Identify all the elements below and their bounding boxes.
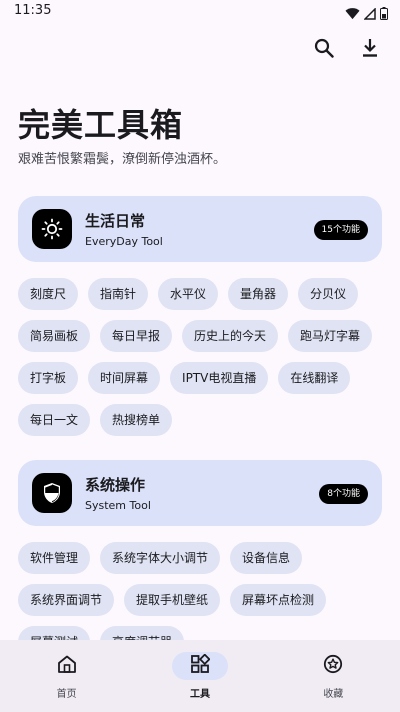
tool-chip-decibel-meter[interactable]: 分贝仪 [298,278,359,310]
apps-icon [190,653,211,678]
nav-item-tools[interactable]: 工具 [133,640,266,712]
status-bar: 11:35 [0,0,400,26]
tool-chip-screen-test[interactable]: 屏幕测试 [18,626,91,640]
tool-chip-group-system: 软件管理 系统字体大小调节 设备信息 系统界面调节 提取手机壁纸 屏幕坏点检测 … [18,542,382,640]
tool-chip-brightness[interactable]: 亮度调节器 [100,626,185,640]
category-count-badge: 15个功能 [313,220,368,240]
cellular-signal-icon [363,5,376,24]
nav-pill [39,652,95,680]
tool-chip-app-manager[interactable]: 软件管理 [18,542,91,574]
nav-pill-active [171,652,228,680]
tool-chip-wallpaper-extract[interactable]: 提取手机壁纸 [124,584,221,616]
battery-icon [380,5,388,24]
search-button[interactable] [312,38,336,62]
page-title: 完美工具箱 [18,106,184,144]
download-icon [361,38,379,62]
wifi-icon [345,5,360,24]
tool-chip-compass[interactable]: 指南针 [88,278,149,310]
status-icons [345,5,388,24]
tool-chip-typing-board[interactable]: 打字板 [18,362,79,394]
nav-pill [305,652,361,680]
tool-chip-clock-screen[interactable]: 时间屏幕 [88,362,161,394]
nav-label: 收藏 [323,689,344,700]
nav-item-home[interactable]: 首页 [0,640,133,712]
tool-chip-translate[interactable]: 在线翻译 [278,362,351,394]
tool-chip-dead-pixel[interactable]: 屏幕坏点检测 [230,584,327,616]
category-subtitle: System Tool [85,499,151,512]
category-subtitle: EveryDay Tool [85,235,163,248]
tool-chip-iptv[interactable]: IPTV电视直播 [170,362,269,394]
tool-chip-ruler[interactable]: 刻度尺 [18,278,79,310]
shield-icon [32,473,72,513]
bottom-navigation: 首页 工具 收藏 [0,640,400,712]
tool-chip-trending[interactable]: 热搜榜单 [100,404,173,436]
nav-label: 工具 [189,689,210,700]
nav-item-favorites[interactable]: 收藏 [267,640,400,712]
status-time: 11:35 [14,3,52,18]
category-name: 生活日常 [85,212,146,230]
tool-chip-on-this-day[interactable]: 历史上的今天 [182,320,279,352]
tool-chip-ui-tuner[interactable]: 系统界面调节 [18,584,115,616]
tool-chip-font-size[interactable]: 系统字体大小调节 [100,542,221,574]
category-name: 系统操作 [85,476,146,494]
tool-chip-protractor[interactable]: 量角器 [228,278,289,310]
page-subtitle: 艰难苦恨繁霜鬓，潦倒新停浊酒杯。 [18,152,227,167]
tool-chip-marquee[interactable]: 跑马灯字幕 [288,320,373,352]
tool-chip-sketchpad[interactable]: 简易画板 [18,320,91,352]
star-circle-icon [323,654,343,678]
home-icon [57,654,77,678]
tool-chip-daily-article[interactable]: 每日一文 [18,404,91,436]
top-actions [312,38,382,62]
sun-icon [32,209,72,249]
tool-chip-morning-news[interactable]: 每日早报 [100,320,173,352]
download-button[interactable] [358,38,382,62]
category-card-system[interactable]: 系统操作 System Tool 8个功能 [18,460,382,526]
tool-chip-device-info[interactable]: 设备信息 [230,542,303,574]
category-count-badge: 8个功能 [319,484,368,504]
nav-label: 首页 [56,689,77,700]
tool-list[interactable]: 生活日常 EveryDay Tool 15个功能 刻度尺 指南针 水平仪 量角器… [0,190,400,640]
search-icon [314,38,334,62]
category-card-everyday[interactable]: 生活日常 EveryDay Tool 15个功能 [18,196,382,262]
tool-chip-level[interactable]: 水平仪 [158,278,219,310]
tool-chip-group-everyday: 刻度尺 指南针 水平仪 量角器 分贝仪 简易画板 每日早报 历史上的今天 跑马灯… [18,278,382,436]
